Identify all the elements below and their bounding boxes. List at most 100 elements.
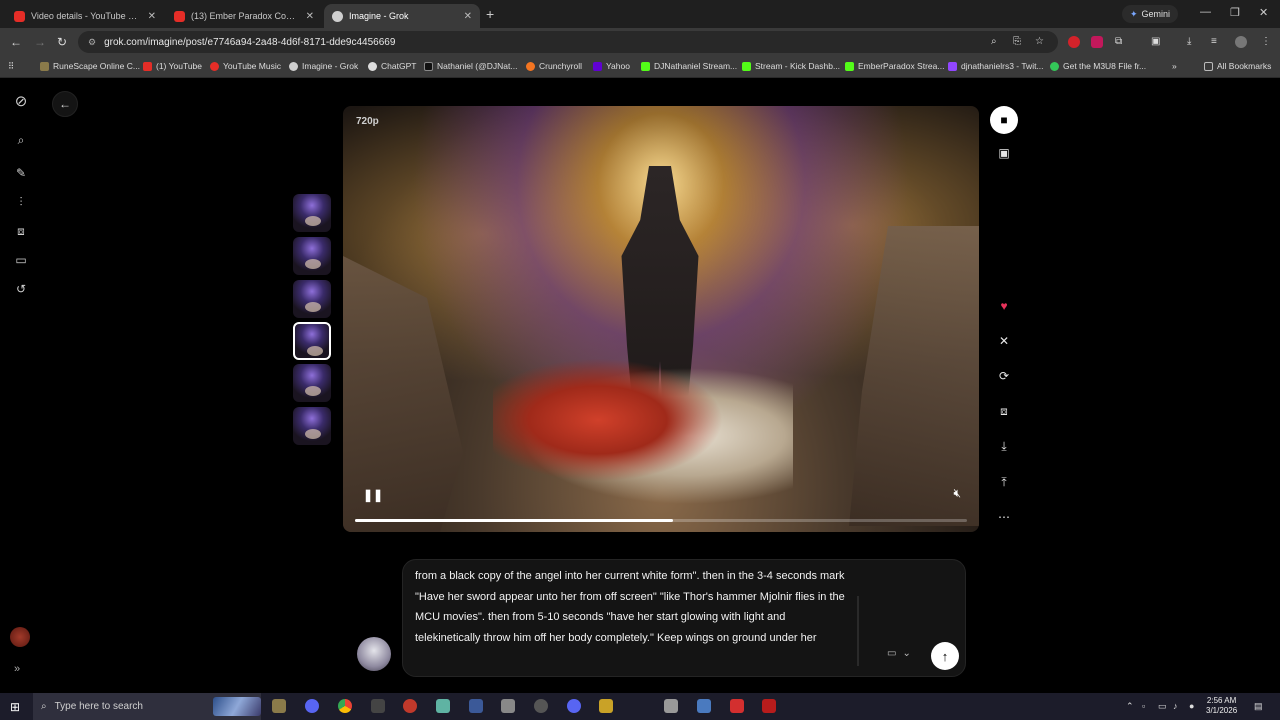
profile-avatar[interactable] [1235,36,1247,48]
restore-icon[interactable]: ❐ [1230,6,1240,19]
image-mode-icon[interactable]: ▣ [990,139,1018,167]
reload-icon[interactable]: ↻ [57,35,67,49]
app-icon[interactable] [730,699,744,713]
tab-ember-paradox[interactable]: (13) Ember Paradox Come for t ✕ [166,4,322,28]
prompt-input[interactable]: from a black copy of the angel into her … [415,566,845,648]
gemini-button[interactable]: ✦ Gemini [1122,5,1179,23]
regenerate-icon[interactable]: ⟳ [990,362,1018,390]
share-icon[interactable]: ⤒ [990,468,1018,496]
puzzle-icon[interactable]: ⧉ [1115,36,1122,47]
chrome-icon[interactable] [338,699,352,713]
pause-icon[interactable]: ❚❚ [363,488,383,502]
app-icon[interactable] [599,699,613,713]
tray-chevron-icon[interactable]: ⌃ [1126,701,1134,712]
tab-imagine-grok[interactable]: Imagine - Grok ✕ [324,4,480,28]
close-icon[interactable]: ✕ [464,11,472,22]
forward-icon[interactable]: → [34,35,46,49]
new-tab-button[interactable]: + [486,6,494,22]
bookmark-item[interactable]: YouTube Music [210,61,281,71]
scrollbar[interactable] [857,596,859,666]
logo-icon[interactable]: ⊘ [13,93,29,110]
app-icon[interactable] [371,699,385,713]
thumbnail-selected[interactable] [293,322,331,360]
folder-icon[interactable]: ▭ [13,252,29,268]
app-icon[interactable] [436,699,450,713]
tray-icon[interactable]: ▫ [1142,701,1145,711]
tab-youtube-studio[interactable]: Video details - YouTube Studio ✕ [6,4,164,28]
mode-select[interactable]: ▭ ⌄ [887,648,911,659]
runescape-taskbar-icon[interactable] [272,699,286,713]
back-icon[interactable]: ← [10,35,22,49]
prompt-composer[interactable]: from a black copy of the angel into her … [402,559,966,677]
app-icon[interactable] [403,699,417,713]
site-info-icon[interactable]: ⚙ [88,37,96,48]
bookmark-item[interactable]: Crunchyroll [526,61,582,71]
microphone-icon[interactable]: ● [1189,701,1194,711]
bookmark-item[interactable]: Nathaniel (@DJNat... [424,61,517,71]
app-icon[interactable] [567,699,581,713]
edit-image-icon[interactable]: ⧈ [990,397,1018,425]
mute-icon[interactable]: 🔇︎ [953,486,961,501]
bookmark-item[interactable]: Stream - Kick Dashb... [742,61,840,71]
heart-icon[interactable]: ♥ [990,292,1018,320]
voice-icon[interactable]: ⫶ [13,194,29,210]
minimize-icon[interactable]: — [1200,6,1211,18]
windows-start-icon[interactable]: ⊞ [10,700,20,714]
extension-icon[interactable] [1091,36,1103,48]
bookmark-item[interactable]: Get the M3U8 File fr... [1050,61,1146,71]
thumbnail[interactable] [293,194,331,232]
download-icon[interactable]: ⤓ [1187,36,1191,47]
app-icon[interactable] [664,699,678,713]
thumbnail[interactable] [293,280,331,318]
download-icon[interactable]: ⤓ [990,432,1018,460]
install-icon[interactable]: ⎘ [1013,36,1021,47]
bookmark-item[interactable]: djnathanielrs3 - Twit... [948,61,1044,71]
video-progress-bar[interactable] [355,519,967,522]
bookmark-item[interactable]: (1) YouTube [143,61,202,71]
app-icon[interactable] [501,699,515,713]
network-icon[interactable]: ▭ [1158,701,1167,712]
app-icon[interactable] [697,699,711,713]
more-icon[interactable]: ⋯ [990,503,1018,531]
window-close-icon[interactable]: ✕ [1259,6,1268,19]
address-bar[interactable]: ⚙ grok.com/imagine/post/e7746a94-2a48-4d… [78,31,1058,53]
search-icon[interactable]: ⌕ [13,132,29,148]
discord-icon[interactable] [305,699,319,713]
volume-icon[interactable]: ♪ [1173,701,1178,711]
media-icon[interactable]: ≡ [1211,36,1217,47]
app-icon[interactable] [469,699,483,713]
clock[interactable]: 2:56 AM 3/1/2026 [1206,696,1237,716]
bookmark-item[interactable]: Yahoo [593,61,630,71]
bookmark-item[interactable]: DJNathaniel Stream... [641,61,737,71]
zoom-icon[interactable]: ⌕ [991,36,997,47]
settings-icon[interactable] [534,699,548,713]
all-bookmarks[interactable]: All Bookmarks [1204,61,1271,71]
video-mode-icon[interactable]: ■ [990,106,1018,134]
imagine-icon[interactable]: ⧈ [13,223,29,239]
notifications-icon[interactable]: ▤ [1254,701,1263,712]
close-icon[interactable]: ✕ [148,11,156,22]
x-share-icon[interactable]: ✕ [990,327,1018,355]
bookmark-item[interactable]: RuneScape Online C... [40,61,140,71]
bookmark-item[interactable]: Imagine - Grok [289,61,358,71]
back-button[interactable]: ← [52,91,78,117]
send-button[interactable]: ↑ [931,642,959,670]
chevron-right-icon[interactable]: » [1172,61,1177,71]
expand-sidebar-icon[interactable]: » [14,663,20,675]
extension-icon[interactable] [1068,36,1080,48]
avatar[interactable] [10,627,30,647]
history-icon[interactable]: ↺ [13,281,29,297]
taskbar-search[interactable]: ⌕ Type here to search [33,693,261,720]
thumbnail[interactable] [293,364,331,402]
bookmark-item[interactable]: EmberParadox Strea... [845,61,944,71]
thumbnail[interactable] [293,407,331,445]
app-icon[interactable] [762,699,776,713]
video-player[interactable]: 720p ❚❚ 🔇︎ [343,106,979,532]
edit-icon[interactable]: ✎ [13,165,29,181]
menu-icon[interactable]: ⋮ [1261,36,1271,47]
sidepanel-icon[interactable]: ▣ [1151,36,1160,47]
star-icon[interactable]: ☆ [1035,36,1044,47]
apps-icon[interactable]: ⠿ [8,61,14,72]
bookmark-item[interactable]: ChatGPT [368,61,416,71]
thumbnail[interactable] [293,237,331,275]
